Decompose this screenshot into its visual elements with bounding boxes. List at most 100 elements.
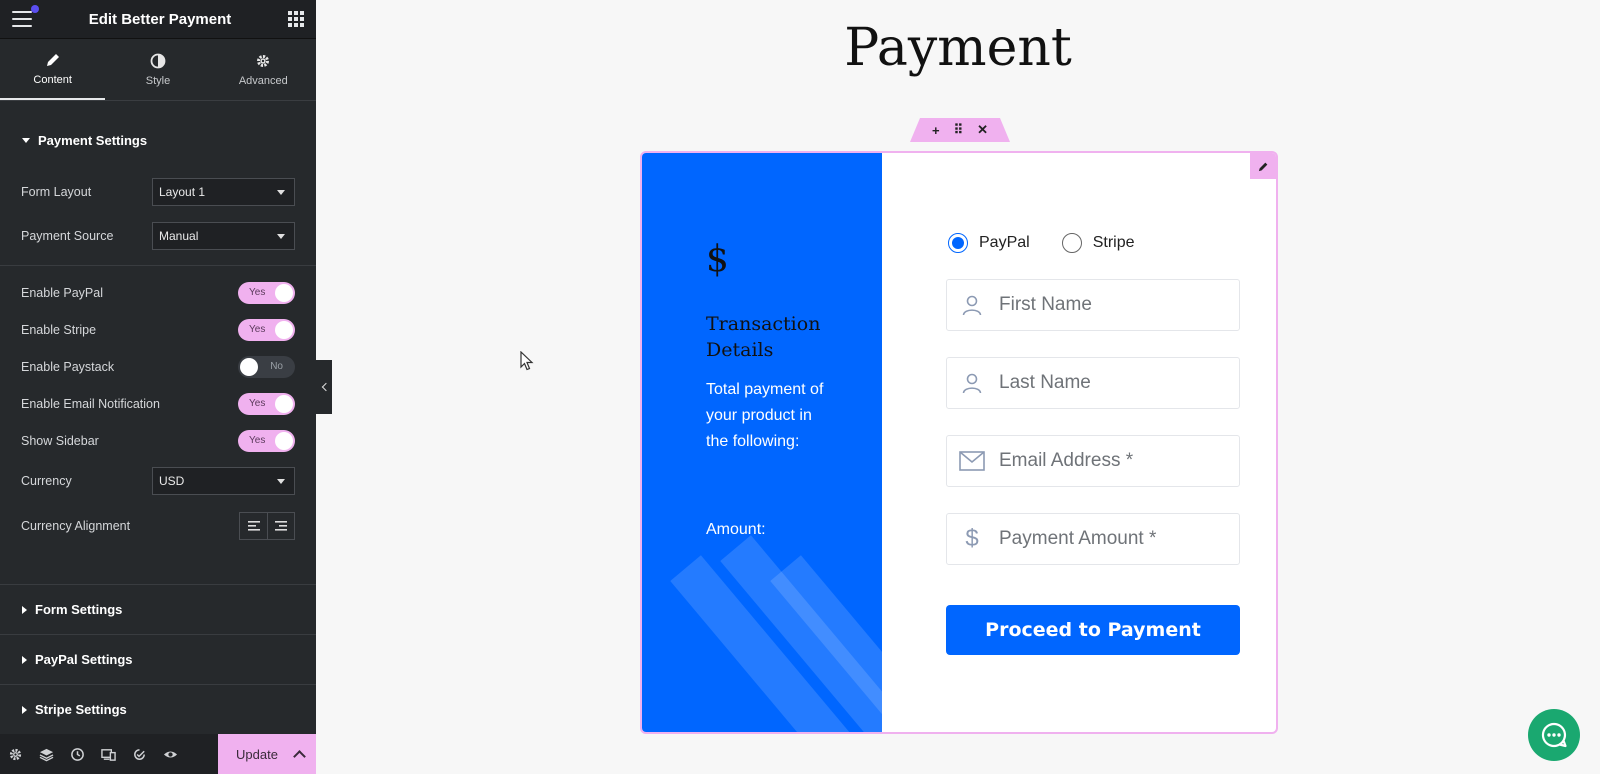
contrast-icon [150, 53, 166, 68]
panel-tabs: Content Style Advanced [0, 39, 316, 101]
align-right-button[interactable] [267, 513, 294, 539]
form-layout-select[interactable]: Layout 1 [152, 178, 295, 206]
first-name-input[interactable] [999, 294, 1219, 316]
tab-advanced[interactable]: Advanced [211, 39, 316, 100]
form-settings-section[interactable]: Form Settings [0, 584, 316, 634]
preview-button[interactable] [155, 734, 186, 774]
tab-style-label: Style [145, 74, 171, 87]
pencil-icon [46, 53, 59, 66]
navigator-button[interactable] [31, 734, 62, 774]
checklist-button[interactable] [124, 734, 155, 774]
settings-button[interactable] [0, 734, 31, 774]
currency-label: Currency [21, 474, 72, 488]
toggle-state: Yes [249, 287, 266, 298]
form-settings-title: Form Settings [35, 602, 123, 617]
last-name-field [946, 357, 1240, 409]
caret-right-icon [22, 605, 27, 614]
toggle-state: Yes [249, 435, 266, 446]
currency-value: USD [159, 474, 185, 488]
last-name-input[interactable] [999, 372, 1219, 394]
enable-email-toggle[interactable]: Yes [238, 393, 295, 415]
enable-paystack-label: Enable Paystack [21, 360, 115, 374]
proceed-to-payment-button[interactable]: Proceed to Payment [946, 605, 1240, 655]
show-sidebar-label: Show Sidebar [21, 434, 99, 448]
toggle-state: Yes [249, 398, 266, 409]
responsive-button[interactable] [93, 734, 124, 774]
stripe-settings-section[interactable]: Stripe Settings [0, 684, 316, 734]
payment-settings-header[interactable]: Payment Settings [0, 101, 316, 179]
currency-alignment-label: Currency Alignment [21, 519, 131, 533]
caret-right-icon [22, 655, 27, 664]
align-left-icon [247, 521, 260, 531]
widget-handle: + ⠿ ✕ [910, 118, 1010, 142]
chat-button[interactable] [1528, 709, 1580, 761]
enable-paypal-label: Enable PayPal [21, 286, 104, 300]
tab-content[interactable]: Content [0, 39, 106, 100]
paypal-settings-section[interactable]: PayPal Settings [0, 634, 316, 684]
checklist-icon [134, 748, 145, 760]
panel-title: Edit Better Payment [88, 10, 232, 28]
payment-settings-title: Payment Settings [38, 132, 148, 148]
radio-paypal[interactable]: PayPal [948, 233, 1030, 253]
enable-stripe-control: Enable Stripe Yes [0, 319, 316, 341]
menu-icon[interactable] [12, 5, 39, 27]
edit-widget-button[interactable] [1250, 153, 1276, 179]
update-label: Update [236, 746, 278, 762]
dropdown-arrow-icon [277, 478, 285, 484]
add-element-icon[interactable]: + [932, 123, 940, 138]
currency-select[interactable]: USD [152, 467, 295, 495]
tab-advanced-label: Advanced [238, 74, 288, 87]
radio-checked-icon [948, 233, 968, 253]
drag-handle-icon[interactable]: ⠿ [954, 122, 964, 138]
collapse-panel-button[interactable] [316, 360, 332, 414]
stripe-settings-header: Stripe Settings [0, 702, 149, 717]
eye-icon [163, 750, 178, 758]
widgets-grid-icon[interactable] [287, 11, 304, 27]
form-layout-control: Form Layout Layout 1 [0, 178, 316, 206]
editor-panel: Edit Better Payment Content Style Advanc… [0, 0, 316, 774]
amount-label: Amount: [706, 521, 766, 538]
enable-stripe-toggle[interactable]: Yes [238, 319, 295, 341]
layers-icon [39, 748, 54, 761]
chevron-left-icon [321, 382, 330, 392]
history-button[interactable] [62, 734, 93, 774]
transaction-description: Total payment of your product in the fol… [706, 381, 824, 450]
caret-right-icon [22, 705, 27, 714]
enable-email-label: Enable Email Notification [21, 397, 160, 411]
align-right-icon [275, 521, 287, 531]
currency-control: Currency USD [0, 467, 316, 495]
payment-widget: $ Transaction Details Total payment of y… [640, 151, 1278, 734]
dollar-icon: $ [965, 525, 979, 552]
stripe-settings-title: Stripe Settings [35, 702, 127, 717]
email-field [946, 435, 1240, 487]
payment-method-group: PayPal Stripe [948, 233, 1135, 253]
enable-paystack-control: Enable Paystack No [0, 356, 316, 378]
history-icon [71, 747, 84, 761]
enable-stripe-label: Enable Stripe [21, 323, 97, 337]
divider [0, 265, 316, 266]
tab-style[interactable]: Style [105, 39, 210, 100]
show-sidebar-control: Show Sidebar Yes [0, 430, 316, 452]
envelope-icon [959, 448, 985, 474]
responsive-devices-icon [101, 748, 116, 761]
page-title: Payment [844, 18, 1072, 78]
radio-stripe[interactable]: Stripe [1061, 233, 1135, 253]
delete-widget-icon[interactable]: ✕ [977, 122, 988, 138]
enable-paystack-toggle[interactable]: No [238, 356, 295, 378]
payment-amount-input[interactable] [999, 528, 1219, 550]
currency-alignment-control: Currency Alignment [0, 512, 316, 540]
gear-icon [9, 748, 22, 760]
form-layout-value: Layout 1 [159, 185, 206, 199]
toggle-state: No [270, 361, 283, 372]
email-input[interactable] [999, 450, 1219, 472]
update-button[interactable]: Update [218, 734, 316, 774]
show-sidebar-toggle[interactable]: Yes [238, 430, 295, 452]
radio-paypal-label: PayPal [979, 234, 1030, 251]
toggle-state: Yes [249, 324, 266, 335]
align-left-button[interactable] [240, 513, 267, 539]
enable-paypal-toggle[interactable]: Yes [238, 282, 295, 304]
payment-source-control: Payment Source Manual [0, 222, 316, 250]
payment-source-select[interactable]: Manual [152, 222, 295, 250]
chevron-up-icon[interactable] [293, 750, 306, 763]
caret-down-icon [22, 137, 30, 143]
